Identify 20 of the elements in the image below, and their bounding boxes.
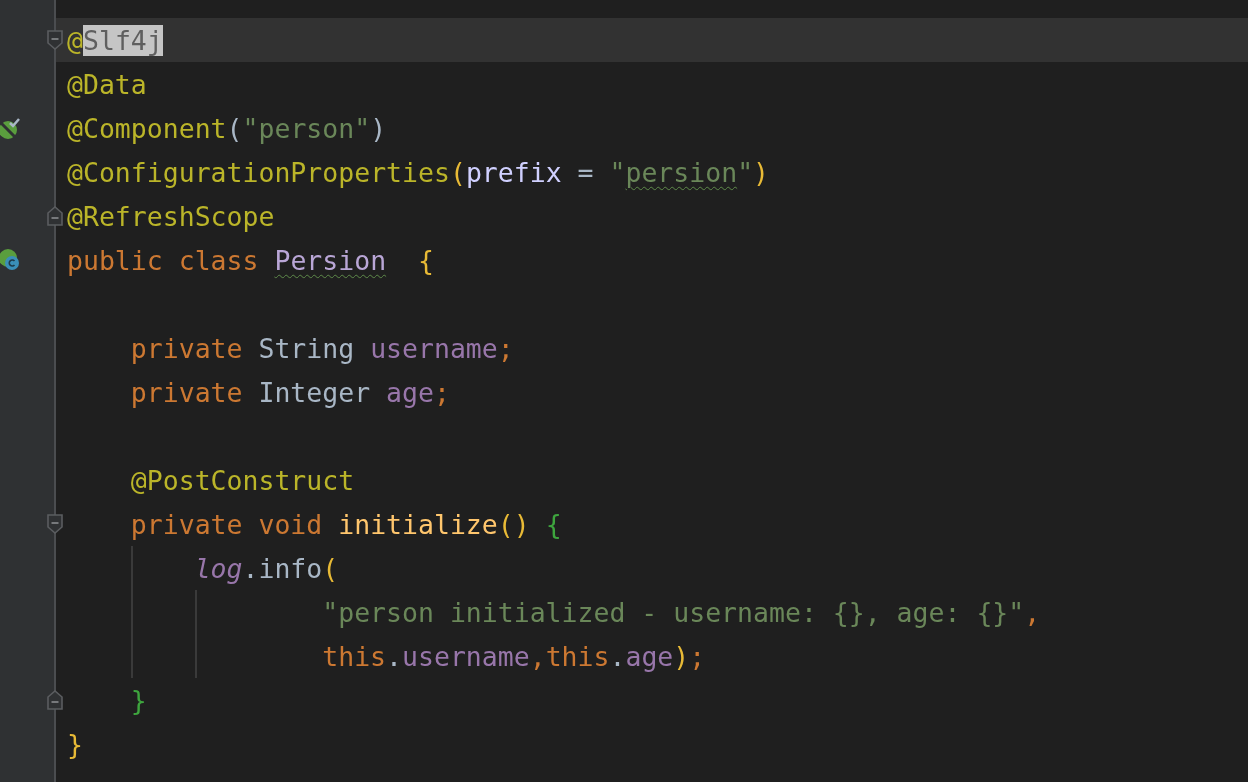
code-line: @RefreshScope bbox=[67, 200, 275, 232]
code-line: @PostConstruct bbox=[130, 464, 355, 496]
code-line: this.username,this.age); bbox=[322, 640, 706, 672]
fold-marker-icon[interactable] bbox=[47, 30, 63, 50]
code-line: @ConfigurationProperties(prefix = "persion") bbox=[67, 156, 770, 188]
code-line: @Data bbox=[67, 68, 147, 100]
code-line: private Integer age; bbox=[130, 376, 450, 408]
code-line: private String username; bbox=[130, 332, 514, 364]
class-bean-icon[interactable] bbox=[0, 249, 21, 271]
bean-icon[interactable] bbox=[0, 117, 21, 139]
code-line: log.info( bbox=[194, 552, 339, 584]
fold-marker-icon[interactable] bbox=[47, 690, 63, 710]
fold-marker-icon[interactable] bbox=[47, 206, 63, 226]
code-line: public class Persion { bbox=[67, 244, 434, 276]
fold-marker-icon[interactable] bbox=[47, 514, 63, 534]
code-line: } bbox=[67, 728, 83, 760]
code-line: private void initialize() { bbox=[130, 508, 562, 540]
code-line: @Component("person") bbox=[67, 112, 387, 144]
code-line: } bbox=[130, 684, 147, 716]
code-line: "person initialized - username: {}, age: {}", bbox=[322, 596, 1041, 628]
